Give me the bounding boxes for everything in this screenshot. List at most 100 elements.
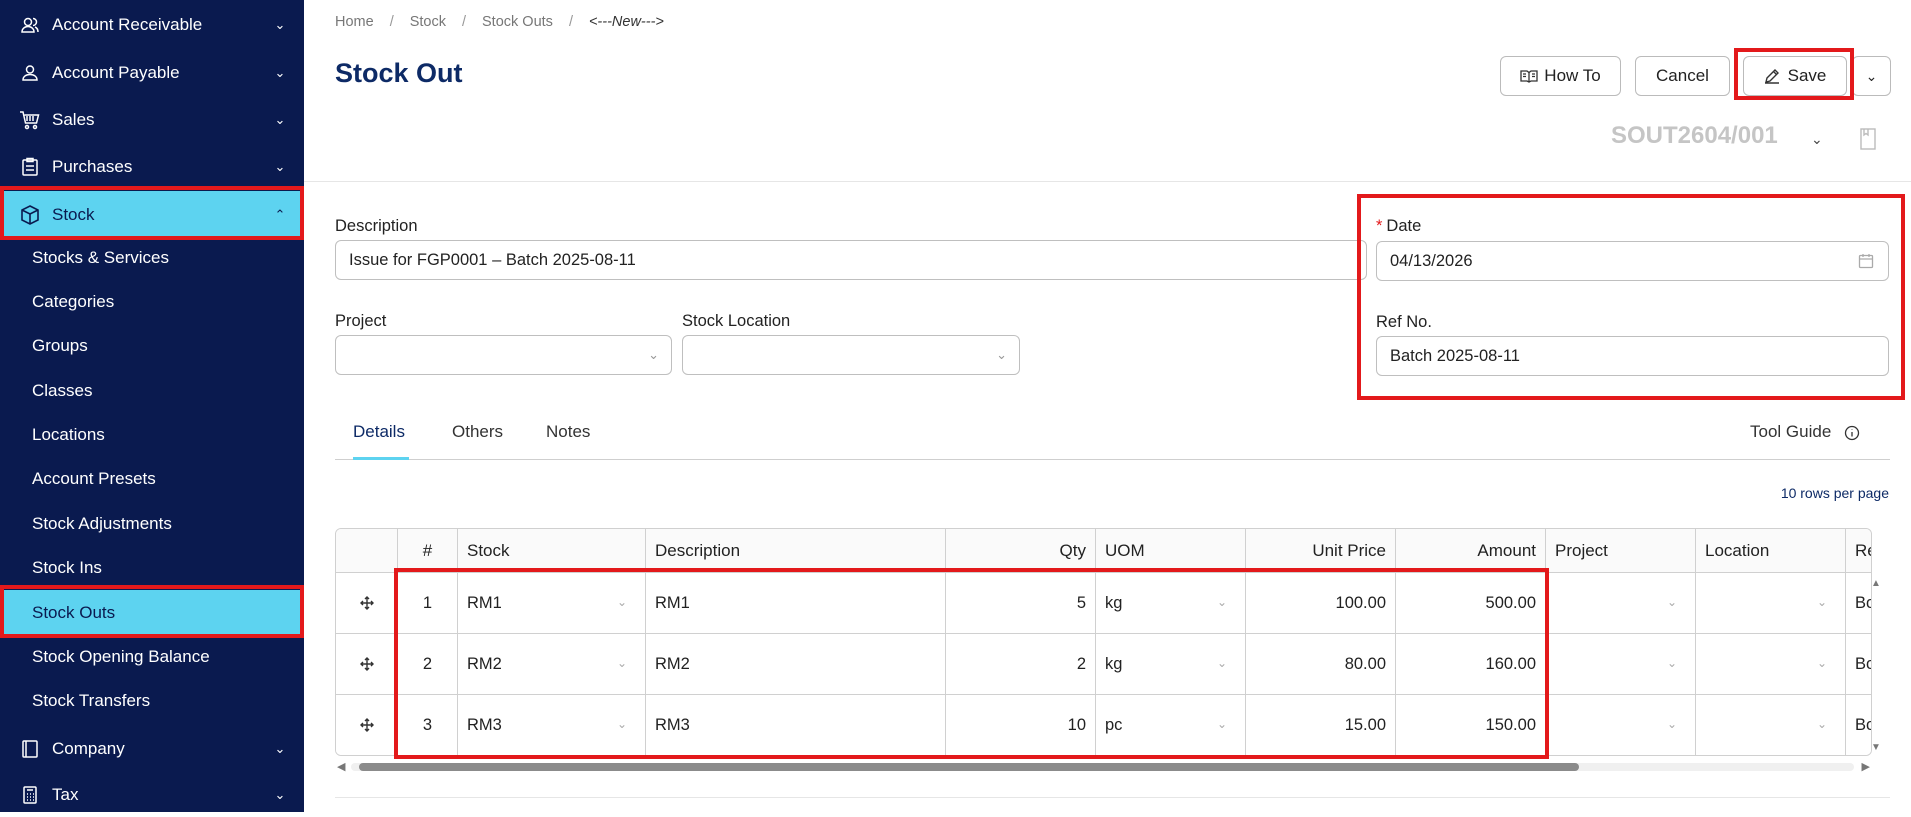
cell-qty[interactable]: 10: [946, 695, 1096, 755]
cell-num: 3: [398, 695, 458, 755]
tab-notes[interactable]: Notes: [546, 422, 590, 442]
chevron-down-icon: ⌄: [274, 787, 286, 802]
cell-description[interactable]: RM2: [646, 634, 946, 695]
main-content: Home / Stock / Stock Outs / <---New---> Sto…: [304, 0, 1911, 812]
sidebar-item-account-payable[interactable]: Account Payable ⌄: [0, 51, 304, 95]
doc-number-dropdown-icon[interactable]: ⌄: [1811, 131, 1823, 148]
cell-uom-select[interactable]: kg ⌄: [1096, 634, 1246, 695]
column-header-num: #: [398, 529, 458, 573]
chevron-down-icon: ⌄: [1816, 656, 1827, 670]
cell-uom: kg: [1105, 593, 1123, 612]
more-actions-dropdown[interactable]: ⌄: [1852, 56, 1891, 96]
sidebar-item-stock-transfers[interactable]: Stock Transfers: [0, 681, 304, 721]
cell-stock-select[interactable]: RM3 ⌄: [458, 695, 646, 755]
cell-unit-price[interactable]: 80.00: [1246, 634, 1396, 695]
sidebar-item-label: Stock Outs: [32, 603, 116, 622]
sidebar-item-stock-adjustments[interactable]: Stock Adjustments: [0, 504, 304, 544]
sidebar-item-label: Stocks & Services: [32, 248, 169, 267]
vertical-scrollbar[interactable]: ▲ ▼: [1870, 578, 1884, 753]
page-title: Stock Out: [335, 58, 463, 88]
sidebar-item-label: Categories: [32, 292, 115, 311]
save-button[interactable]: Save: [1743, 56, 1847, 96]
scroll-down-icon[interactable]: ▼: [1871, 742, 1881, 753]
chevron-down-icon: ⌄: [616, 595, 627, 609]
sidebar-item-stock[interactable]: Stock ⌃: [0, 191, 304, 239]
chevron-down-icon: ⌄: [1666, 595, 1677, 609]
rows-per-page[interactable]: 10 rows per page: [1781, 485, 1889, 501]
breadcrumb-stock[interactable]: Stock: [410, 14, 446, 30]
sidebar-item-stock-ins[interactable]: Stock Ins: [0, 548, 304, 588]
cell-project-select[interactable]: ⌄: [1546, 634, 1696, 695]
users-icon: [18, 13, 42, 37]
header-divider: [304, 181, 1911, 182]
chevron-down-icon: ⌄: [996, 347, 1007, 362]
date-input[interactable]: 04/13/2026: [1376, 241, 1889, 281]
cell-unit-price[interactable]: 100.00: [1246, 573, 1396, 634]
description-input[interactable]: Issue for FGP0001 – Batch 2025-08-11: [335, 240, 1367, 280]
chevron-down-icon: ⌄: [274, 112, 286, 127]
cell-location-select[interactable]: ⌄: [1696, 634, 1846, 695]
drag-handle-icon[interactable]: [336, 573, 398, 634]
ref-no-input[interactable]: Batch 2025-08-11: [1376, 336, 1889, 376]
scroll-right-icon[interactable]: ▶: [1862, 760, 1870, 773]
cancel-label: Cancel: [1656, 66, 1709, 85]
breadcrumb-stock-outs[interactable]: Stock Outs: [482, 14, 553, 30]
cell-description[interactable]: RM1: [646, 573, 946, 634]
save-label: Save: [1787, 66, 1827, 85]
cell-uom: pc: [1105, 715, 1123, 734]
sidebar-item-stocks-services[interactable]: Stocks & Services: [0, 238, 304, 278]
cell-stock-select[interactable]: RM2 ⌄: [458, 634, 646, 695]
sidebar: Account Receivable ⌄ Account Payable ⌄ S…: [0, 0, 304, 812]
sidebar-item-account-receivable[interactable]: Account Receivable ⌄: [0, 3, 304, 47]
cell-unit-price[interactable]: 15.00: [1246, 695, 1396, 755]
chevron-down-icon: ⌄: [616, 717, 627, 731]
sidebar-item-classes[interactable]: Classes: [0, 371, 304, 411]
sidebar-item-stock-opening-balance[interactable]: Stock Opening Balance: [0, 637, 304, 677]
cell-re[interactable]: Bo: [1846, 573, 1871, 634]
sidebar-item-label: Account Presets: [32, 469, 156, 488]
sidebar-item-purchases[interactable]: Purchases ⌄: [0, 145, 304, 189]
sidebar-item-account-presets[interactable]: Account Presets: [0, 459, 304, 499]
chevron-down-icon: ⌄: [274, 741, 286, 756]
scroll-up-icon[interactable]: ▲: [1871, 578, 1881, 589]
scroll-left-icon[interactable]: ◀: [337, 760, 345, 773]
cell-location-select[interactable]: ⌄: [1696, 695, 1846, 755]
cell-num: 2: [398, 634, 458, 695]
sidebar-item-groups[interactable]: Groups: [0, 326, 304, 366]
cell-re[interactable]: Bo: [1846, 634, 1871, 695]
scroll-thumb[interactable]: [359, 763, 1579, 771]
book-open-icon: [1520, 69, 1538, 83]
cell-amount: 160.00: [1396, 634, 1546, 695]
horizontal-scrollbar[interactable]: ◀ ▶: [335, 760, 1872, 774]
cell-description[interactable]: RM3: [646, 695, 946, 755]
cell-project-select[interactable]: ⌄: [1546, 695, 1696, 755]
cancel-button[interactable]: Cancel: [1635, 56, 1730, 96]
cell-stock-select[interactable]: RM1 ⌄: [458, 573, 646, 634]
cell-re[interactable]: Bo: [1846, 695, 1871, 755]
cell-qty[interactable]: 5: [946, 573, 1096, 634]
sidebar-item-stock-outs[interactable]: Stock Outs: [0, 590, 304, 636]
cell-qty[interactable]: 2: [946, 634, 1096, 695]
cell-uom-select[interactable]: pc ⌄: [1096, 695, 1246, 755]
how-to-button[interactable]: How To: [1500, 56, 1621, 96]
sidebar-item-categories[interactable]: Categories: [0, 282, 304, 322]
cell-location-select[interactable]: ⌄: [1696, 573, 1846, 634]
sidebar-item-company[interactable]: Company ⌄: [0, 727, 304, 771]
sidebar-item-label: Stock Ins: [32, 558, 102, 577]
sidebar-item-tax[interactable]: Tax ⌄: [0, 773, 304, 817]
drag-handle-icon[interactable]: [336, 634, 398, 695]
tool-guide-link[interactable]: Tool Guide: [1750, 422, 1860, 442]
cell-uom-select[interactable]: kg ⌄: [1096, 573, 1246, 634]
stock-location-select[interactable]: ⌄: [682, 335, 1020, 375]
tab-others[interactable]: Others: [452, 422, 503, 442]
drag-handle-icon[interactable]: [336, 695, 398, 755]
breadcrumb-home[interactable]: Home: [335, 14, 374, 30]
tab-details[interactable]: Details: [353, 422, 405, 442]
description-value: Issue for FGP0001 – Batch 2025-08-11: [349, 250, 636, 269]
project-select[interactable]: ⌄: [335, 335, 672, 375]
sidebar-item-sales[interactable]: Sales ⌄: [0, 98, 304, 142]
calendar-icon[interactable]: [1858, 253, 1874, 269]
bookmark-icon[interactable]: [1860, 128, 1876, 150]
sidebar-item-locations[interactable]: Locations: [0, 415, 304, 455]
cell-project-select[interactable]: ⌄: [1546, 573, 1696, 634]
